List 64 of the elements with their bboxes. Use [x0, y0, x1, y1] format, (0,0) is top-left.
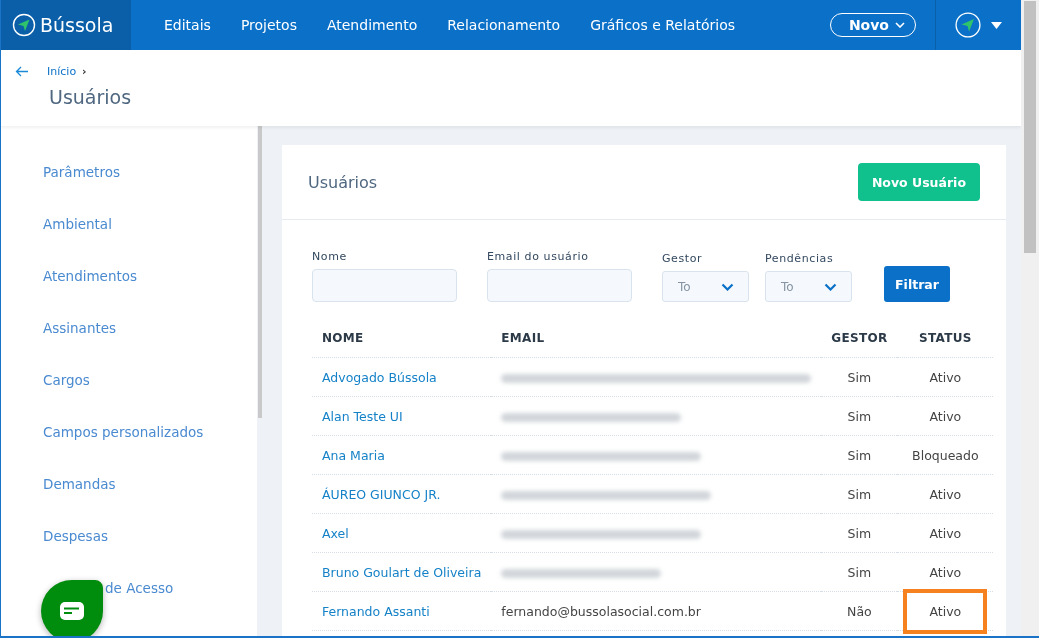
column-header: NOME — [312, 319, 492, 358]
table-cell: fernando@bussolasocial.com.br — [491, 591, 822, 631]
sidebar-item[interactable]: Assinantes — [1, 307, 257, 359]
sidebar-item[interactable]: Despesas — [1, 515, 257, 567]
user-name-link[interactable]: Fernando Assanti — [322, 603, 430, 619]
user-name-link[interactable]: Bruno Goulart de Oliveira — [322, 564, 482, 580]
user-name-link[interactable]: Ana Maria — [322, 447, 385, 463]
sidebar-item[interactable]: Parâmetros — [1, 151, 257, 203]
avatar-icon — [955, 12, 981, 38]
sidebar-item[interactable]: Demandas — [1, 463, 257, 515]
chevron-down-icon — [824, 282, 837, 291]
field-label: Gestor — [662, 252, 704, 265]
back-arrow-icon[interactable] — [15, 66, 29, 77]
sidebar-item[interactable]: Campos personalizados — [1, 411, 257, 463]
table-cell: Sim — [821, 435, 898, 475]
sidebar-scrollbar[interactable] — [258, 126, 262, 418]
sidebar-item[interactable]: Atendimentos — [1, 255, 257, 307]
table-cell: Bloqueado — [912, 447, 979, 463]
user-name-link[interactable]: ÁUREO GIUNCO JR. — [322, 486, 441, 502]
nav-link[interactable]: Editais — [149, 17, 226, 33]
breadcrumb-link[interactable]: Início — [47, 65, 77, 78]
page-title: Usuários — [49, 86, 133, 108]
field-label: Nome — [312, 250, 348, 263]
nav-link[interactable]: Projetos — [225, 17, 312, 33]
table-cell: Ativo — [929, 408, 962, 424]
table-cell: Sim — [821, 357, 898, 397]
input-field[interactable] — [487, 269, 632, 302]
table-cell: Sim — [821, 474, 898, 514]
nav-link[interactable]: Gráficos e Relatórios — [575, 17, 750, 33]
chat-icon — [60, 602, 84, 620]
user-name-link[interactable]: Advogado Bússola — [322, 369, 437, 385]
nav-link[interactable]: Atendimento — [311, 17, 433, 33]
field-label: Email do usuário — [487, 250, 590, 263]
field-label: Pendências — [765, 252, 835, 265]
table-cell: Sim — [821, 513, 898, 553]
table-cell: Ativo — [929, 486, 962, 502]
input-field[interactable] — [312, 269, 457, 302]
table-cell: Ativo — [929, 525, 962, 541]
app-logo[interactable]: Bússola — [1, 0, 131, 50]
table-cell: Sim — [821, 552, 898, 592]
table-cell: Ativo — [929, 564, 962, 580]
new-user-button[interactable]: Novo Usuário — [857, 163, 980, 201]
breadcrumb-separator: › — [82, 65, 87, 78]
table-cell: Sim — [821, 396, 898, 436]
user-name-link[interactable]: Axel — [322, 525, 349, 541]
nav-link[interactable]: Relacionamento — [432, 17, 576, 33]
column-header: GESTOR — [821, 319, 898, 358]
select-field[interactable]: To — [765, 271, 852, 302]
column-header: EMAIL — [491, 319, 822, 358]
sidebar-item[interactable]: Ambiental — [1, 203, 257, 255]
user-name-link[interactable]: Alan Teste UI — [322, 408, 403, 424]
select-field[interactable]: To — [662, 271, 749, 302]
sidebar-item[interactable]: Cargos — [1, 359, 257, 411]
caret-down-icon — [991, 21, 1002, 29]
sidebar-item[interactable]: de Acesso — [1, 567, 257, 619]
card-title: Usuários — [308, 172, 378, 192]
table-cell: Não — [821, 591, 898, 631]
chevron-down-icon — [721, 282, 734, 291]
column-header: STATUS — [897, 319, 994, 358]
chevron-down-icon — [895, 22, 905, 28]
filter-button[interactable]: Filtrar — [884, 266, 950, 302]
table-cell: Ativo — [929, 369, 962, 385]
page-scrollbar[interactable] — [1021, 0, 1039, 636]
compass-logo-icon — [12, 13, 36, 37]
